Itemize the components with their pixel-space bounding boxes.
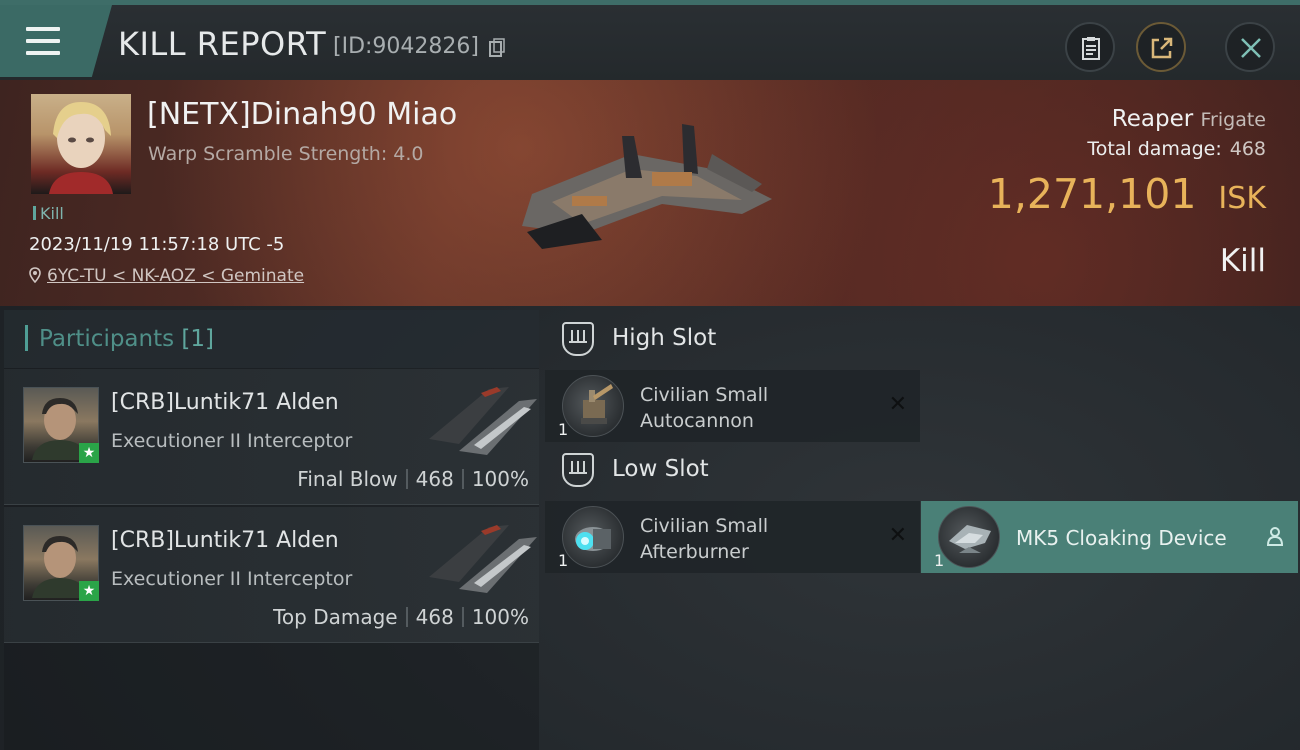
module-name: Civilian Small Afterburner xyxy=(640,513,768,565)
location-pin-icon xyxy=(29,267,41,284)
module-name-line1: Civilian Small xyxy=(640,515,769,537)
participant-ship: Executioner II Interceptor xyxy=(111,568,353,590)
kill-result: Kill xyxy=(1219,243,1266,279)
module-quantity: 1 xyxy=(934,551,945,570)
clipboard-button[interactable] xyxy=(1065,22,1115,72)
total-damage: Total damage: 468 xyxy=(1087,138,1266,160)
destroyed-x-icon: ✕ xyxy=(888,523,907,548)
module-item[interactable]: 1 MK5 Cloaking Device xyxy=(921,501,1298,573)
victim-portrait[interactable] xyxy=(31,94,131,194)
participants-count: [1] xyxy=(181,326,215,352)
kill-tag-label: Kill xyxy=(40,204,64,223)
person-icon[interactable] xyxy=(1266,526,1284,546)
module-item[interactable]: 1 Civilian Small Autocannon ✕ xyxy=(545,370,920,442)
participant-stats: Top Damage 468 100% xyxy=(273,605,529,629)
top-bar: KILL REPORT [ID:9042826] xyxy=(0,0,1300,80)
autocannon-icon xyxy=(562,375,624,437)
star-icon: ★ xyxy=(79,443,99,463)
participant-percent: 100% xyxy=(471,467,529,491)
victim-name[interactable]: [NETX]Dinah90 Miao xyxy=(147,97,457,132)
share-icon xyxy=(1151,37,1173,59)
participant-avatar[interactable]: ★ xyxy=(23,387,99,463)
cloaking-device-icon xyxy=(938,506,1000,568)
report-id: [ID:9042826] xyxy=(333,34,479,59)
participants-panel: Participants [1] ★ [CRB]Luntik71 Alden E… xyxy=(4,310,539,750)
participant-avatar[interactable]: ★ xyxy=(23,525,99,601)
module-name: Civilian Small Autocannon xyxy=(640,382,768,434)
participant-name[interactable]: [CRB]Luntik71 Alden xyxy=(111,528,339,553)
low-slot-title: Low Slot xyxy=(612,456,709,482)
low-slot-header: Low Slot xyxy=(545,441,915,503)
module-name-line2: Autocannon xyxy=(640,410,754,432)
kill-tag: Kill xyxy=(33,204,64,223)
participant-percent: 100% xyxy=(471,605,529,629)
participant-ship-image xyxy=(429,525,537,593)
module-name-line1: Civilian Small xyxy=(640,384,769,406)
close-icon xyxy=(1241,38,1261,58)
low-slot-icon xyxy=(562,453,594,487)
victim-ship-name: Reaper Frigate xyxy=(1112,106,1266,132)
isk-amount: 1,271,101 xyxy=(987,170,1197,218)
warp-scramble-strength: Warp Scramble Strength: 4.0 xyxy=(148,143,424,165)
clipboard-icon xyxy=(1082,37,1100,60)
participant-row[interactable]: ★ [CRB]Luntik71 Alden Executioner II Int… xyxy=(4,507,539,643)
total-damage-label: Total damage: xyxy=(1087,138,1222,160)
participant-name[interactable]: [CRB]Luntik71 Alden xyxy=(111,390,339,415)
participant-row[interactable]: ★ [CRB]Luntik71 Alden Executioner II Int… xyxy=(4,369,539,505)
participant-damage: 468 xyxy=(415,605,454,629)
isk-value: 1,271,101 ISK xyxy=(988,170,1266,218)
participant-ship-image xyxy=(429,387,537,455)
hamburger-icon xyxy=(26,27,60,63)
module-name-line2: Afterburner xyxy=(640,541,749,563)
victim-ship-image xyxy=(522,124,772,249)
close-button[interactable] xyxy=(1225,22,1275,72)
participants-header: Participants [1] xyxy=(4,310,539,368)
high-slot-title: High Slot xyxy=(612,325,717,351)
page-title: KILL REPORT xyxy=(118,25,327,63)
high-slot-header: High Slot xyxy=(545,310,915,372)
ship-type[interactable]: Reaper xyxy=(1112,106,1193,132)
module-item[interactable]: 1 Civilian Small Afterburner ✕ xyxy=(545,501,920,573)
module-quantity: 1 xyxy=(558,551,569,570)
menu-button[interactable] xyxy=(0,5,112,77)
share-button[interactable] xyxy=(1136,22,1186,72)
copy-icon[interactable] xyxy=(489,38,505,58)
isk-unit: ISK xyxy=(1218,181,1266,216)
destroyed-x-icon: ✕ xyxy=(888,392,907,417)
kill-location[interactable]: 6YC-TU < NK-AOZ < Geminate xyxy=(29,266,304,286)
high-slot-icon xyxy=(562,322,594,356)
participant-ship: Executioner II Interceptor xyxy=(111,430,353,452)
victim-banner: [NETX]Dinah90 Miao Warp Scramble Strengt… xyxy=(0,80,1300,306)
participant-role: Top Damage xyxy=(273,605,398,629)
participant-stats: Final Blow 468 100% xyxy=(297,467,529,491)
afterburner-icon xyxy=(562,506,624,568)
participant-role: Final Blow xyxy=(297,467,398,491)
participants-label: Participants xyxy=(39,326,175,352)
module-name: MK5 Cloaking Device xyxy=(1016,526,1227,550)
module-quantity: 1 xyxy=(558,420,569,439)
location-link[interactable]: 6YC-TU < NK-AOZ < Geminate xyxy=(47,266,304,286)
kill-datetime: 2023/11/19 11:57:18 UTC -5 xyxy=(29,234,285,255)
star-icon: ★ xyxy=(79,581,99,601)
total-damage-value: 468 xyxy=(1229,138,1266,160)
ship-class: Frigate xyxy=(1200,109,1266,131)
participant-damage: 468 xyxy=(415,467,454,491)
